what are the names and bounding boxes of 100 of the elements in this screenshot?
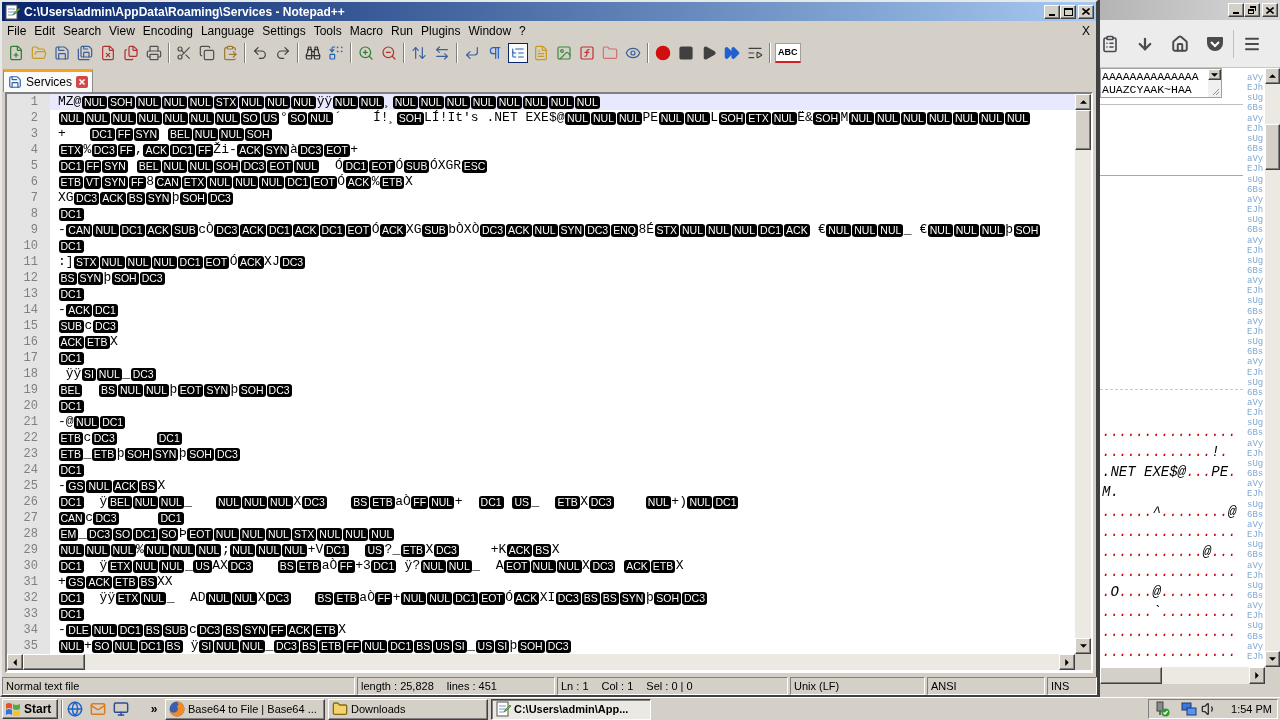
document-tab[interactable]: Services [3,69,93,92]
side-text: EJh [1246,83,1264,94]
line-number: 27 [7,510,50,526]
copy-icon[interactable] [197,43,217,63]
status-text: Ln : 1 [561,678,589,694]
close-button[interactable] [1262,3,1278,17]
start-button[interactable]: Start [2,699,58,719]
code-text: X [425,542,434,558]
globe-icon[interactable] [67,701,83,717]
control-char: FF [117,143,135,157]
control-char: NUL [112,639,138,653]
control-char: NUL [259,175,285,189]
control-char: DLE [66,623,91,637]
code-text: þ [103,270,112,286]
dashed-boxes-arrow-icon[interactable] [326,43,346,63]
control-char: NUL [645,495,671,509]
control-char: US [365,543,385,557]
control-char: NUL [232,591,258,605]
scrollbar-thumb[interactable] [23,654,85,670]
save-icon[interactable] [52,43,72,63]
taskbar-button[interactable]: Base64 to File | Base64 ... [165,698,325,720]
control-char: DC3 [197,623,223,637]
code-text: X [293,494,302,510]
scrollbar-thumb[interactable] [1075,110,1091,150]
menu-item[interactable]: Encoding [138,21,197,40]
scroll-up-button[interactable] [1075,94,1091,110]
control-char: FF [196,143,213,157]
binoculars-icon[interactable] [303,43,323,63]
menu-item[interactable]: View [105,21,139,40]
side-text: aVy [1246,276,1264,287]
home-icon[interactable] [1171,34,1189,53]
stop-icon[interactable] [676,43,696,63]
code-text: þ [178,446,187,462]
scrollbar-thumb[interactable] [1100,667,1162,684]
control-char: US [433,639,452,653]
scrollbar-thumb[interactable] [1265,124,1280,170]
scroll-up-button[interactable] [1265,68,1280,84]
control-char: SUB [172,223,198,237]
side-text: 6Bs [1246,550,1264,561]
line-number: 22 [7,430,50,446]
scroll-down-button[interactable] [1075,638,1091,654]
stacked-files-icon[interactable] [121,43,141,63]
scroll-right-button[interactable] [1059,654,1075,670]
menu-item[interactable]: Window [464,21,516,40]
line-number: 35 [7,638,50,654]
list-tree-icon[interactable] [508,43,528,63]
menu-item[interactable]: Search [59,21,106,40]
close-document-button[interactable]: X [1080,21,1092,40]
record-icon[interactable] [653,43,673,63]
menu-item[interactable]: Settings [258,21,310,40]
printer-icon[interactable] [144,43,164,63]
control-char: NUL [218,127,244,141]
control-char: DC1 [58,239,84,253]
scroll-left-button[interactable] [7,654,23,670]
menu-item[interactable]: Plugins [417,21,465,40]
menu-item[interactable]: Edit [30,21,60,40]
maximize-icon [1063,7,1073,16]
control-char: NUL [565,111,590,125]
code-text: - [58,302,66,318]
spell-check-button[interactable]: ABC [775,43,801,63]
network-check-icon[interactable] [1154,701,1170,717]
resize-grip-icon[interactable] [1212,88,1220,96]
taskbar-button[interactable]: Downloads [328,698,488,720]
shield-chevron-icon[interactable] [1206,35,1224,52]
scroll-down-button[interactable] [1265,651,1280,667]
control-char: NUL [401,591,427,605]
menu-item[interactable]: Run [387,21,418,40]
scroll-right-button[interactable] [1249,667,1265,684]
menu-item[interactable]: Tools [309,21,346,40]
maximize-button[interactable] [1060,4,1076,19]
control-char: SOH [111,271,139,285]
clipboard-list-icon[interactable] [1101,34,1119,53]
save-all-icon[interactable] [75,43,95,63]
menu-item[interactable]: Macro [345,21,387,40]
control-char: ETB [296,559,322,573]
scroll-down-button[interactable] [1208,69,1221,80]
line-number: 5 [7,158,50,174]
close-button[interactable] [1078,4,1094,19]
quick-launch-more-button[interactable]: » [148,703,160,715]
close-tab-icon[interactable] [76,76,88,88]
control-char: NUL [294,159,319,173]
menu-item[interactable]: Language [196,21,259,40]
minimize-button[interactable] [1228,3,1244,17]
image-icon[interactable] [554,43,574,63]
function-square-icon[interactable] [577,43,597,63]
menu-item[interactable]: ? [515,21,530,40]
text-area[interactable]: AAAAAAAAAAAAAA AUAZCYAAK~HAA [1100,68,1222,98]
restore-button[interactable] [1244,3,1260,17]
line-number: 32 [7,590,50,606]
control-char: NUL [291,95,317,109]
control-char: DC1 [343,159,369,173]
side-text: 6Bs [1246,225,1264,236]
monitor-icon[interactable] [113,701,129,717]
minimize-button[interactable] [1044,4,1060,19]
monitors-icon[interactable] [1181,701,1197,717]
taskbar-button[interactable]: C:\Users\admin\App... [491,698,651,720]
menu-item[interactable]: File [3,21,31,40]
control-char: NUL [429,495,455,509]
control-char: BS [138,575,157,589]
dump-text-line: ......^........@ [1101,502,1237,522]
